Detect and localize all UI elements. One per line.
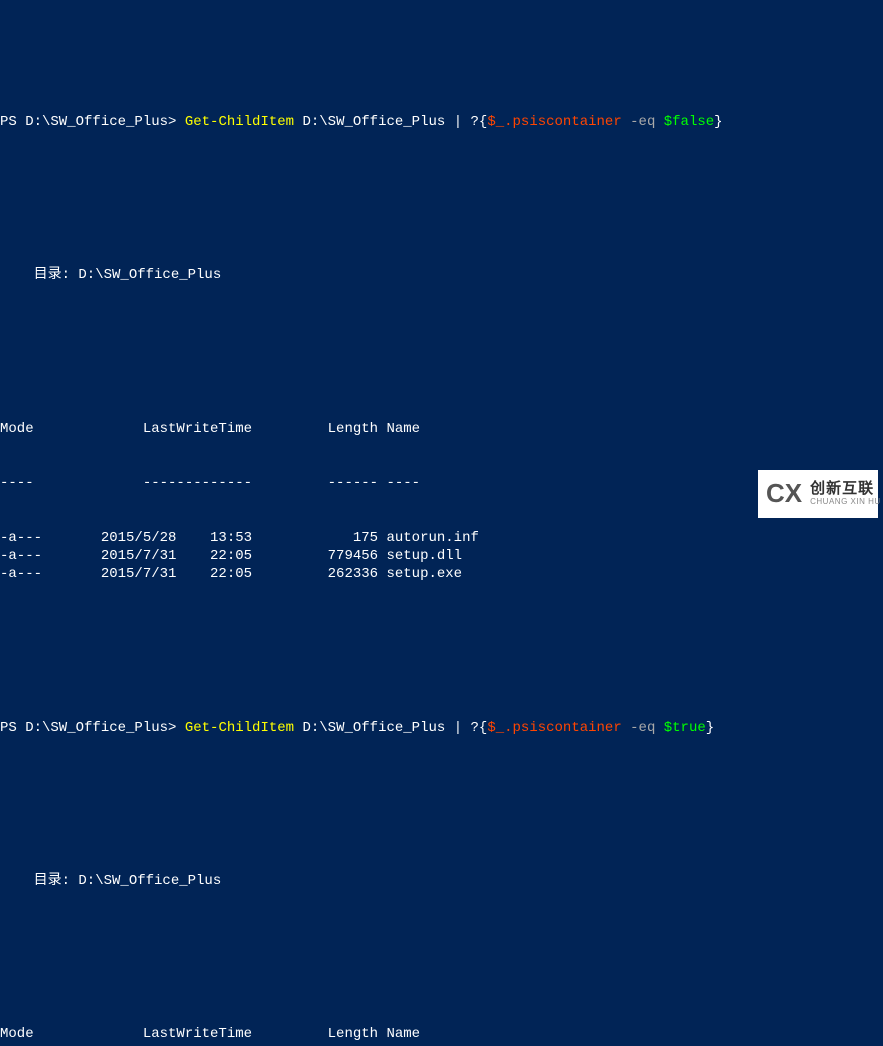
operator: -eq: [622, 720, 664, 736]
operator: -eq: [622, 114, 664, 130]
command-line-1: PS D:\SW_Office_Plus> Get-ChildItem D:\S…: [0, 113, 883, 131]
table-header: Mode LastWriteTime Length Name: [0, 420, 883, 438]
directory-label: 目录: D:\SW_Office_Plus: [0, 872, 883, 890]
bool-value: $false: [664, 114, 714, 130]
prompt: PS D:\SW_Office_Plus>: [0, 720, 185, 736]
cmdlet: Get-ChildItem: [185, 114, 294, 130]
logo-icon: CX: [766, 477, 802, 511]
command-line-2: PS D:\SW_Office_Plus> Get-ChildItem D:\S…: [0, 719, 883, 737]
path-arg: D:\SW_Office_Plus: [294, 720, 454, 736]
directory-label: 目录: D:\SW_Office_Plus: [0, 266, 883, 284]
logo-sub-text: CHUANG XIN HU LIAN: [810, 498, 883, 507]
table-separator: ---- ------------- ------ ----: [0, 474, 883, 492]
table-row: -a--- 2015/7/31 22:05 262336 setup.exe: [0, 565, 883, 583]
prompt: PS D:\SW_Office_Plus>: [0, 114, 185, 130]
variable: $_.psiscontainer: [487, 720, 621, 736]
table-row: -a--- 2015/7/31 22:05 779456 setup.dll: [0, 547, 883, 565]
pipe-open: | ?{: [454, 114, 488, 130]
logo-main-text: 创新互联: [810, 481, 883, 498]
path-arg: D:\SW_Office_Plus: [294, 114, 454, 130]
close-bracket: }: [706, 720, 714, 736]
watermark-logo: CX 创新互联 CHUANG XIN HU LIAN: [758, 470, 878, 518]
pipe-open: | ?{: [454, 720, 488, 736]
close-bracket: }: [714, 114, 722, 130]
variable: $_.psiscontainer: [487, 114, 621, 130]
bool-value: $true: [664, 720, 706, 736]
cmdlet: Get-ChildItem: [185, 720, 294, 736]
table-header: Mode LastWriteTime Length Name: [0, 1025, 883, 1043]
table-row: -a--- 2015/5/28 13:53 175 autorun.inf: [0, 529, 883, 547]
file-list-1: -a--- 2015/5/28 13:53 175 autorun.inf-a-…: [0, 529, 883, 584]
powershell-terminal[interactable]: PS D:\SW_Office_Plus> Get-ChildItem D:\S…: [0, 73, 883, 1046]
